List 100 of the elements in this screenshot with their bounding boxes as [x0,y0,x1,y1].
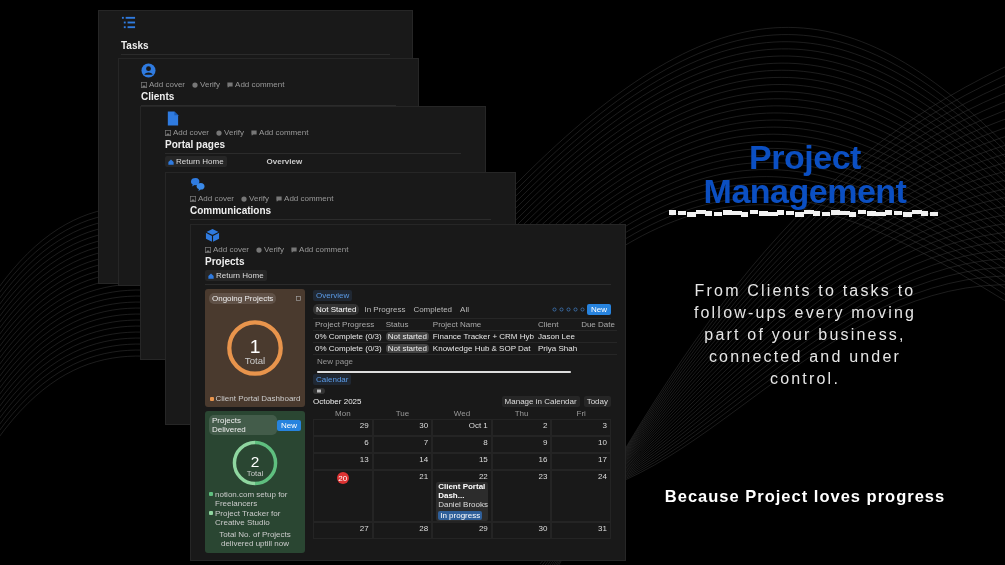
date-number: 9 [542,438,548,447]
comment-icon [276,195,283,202]
comment-icon [227,81,234,88]
status-tag: Not started [385,332,429,341]
section-heading: Overview [266,157,303,166]
table-cell: Finance Tracker + CRM Hyb [430,331,536,343]
page-action-link[interactable]: Add comment [291,245,349,254]
home-icon [208,272,214,279]
date-number: 7 [423,438,429,447]
headline: Project Management [702,140,908,208]
return-home-button[interactable]: Return Home [165,156,227,167]
date-number: 30 [538,524,548,533]
date-number: 30 [419,421,429,430]
page-title: Portal pages [165,139,226,150]
total-count: 1 [249,336,261,358]
page-action-link[interactable]: Verify [192,80,221,89]
table-cell: 0% Complete (0/3) [313,331,384,343]
column-header: Due Date [579,319,617,331]
legend-label: notion.com setup for Freelancers [215,490,289,508]
filter-tab[interactable]: Not Started [313,304,360,315]
list-icon [121,15,136,30]
date-number: 10 [598,438,607,447]
weekday-label: Thu [513,409,530,419]
view-tab[interactable]: Calendar [313,374,352,385]
legend-label: Project Tracker for Creative Studio [215,509,282,527]
total-label: Total [244,355,266,367]
page-title: Projects [205,256,245,267]
filter-tab[interactable]: In Progress [361,304,409,315]
table-cell: 0% Complete (0/3) [313,343,384,355]
page-action-link[interactable]: Add cover [141,80,186,89]
date-number: 16 [538,455,548,464]
calendar-view-icon [313,388,325,394]
page-action-link[interactable]: Verify [241,194,270,203]
column-header: Project Name [430,319,536,331]
page-action-link[interactable]: Verify [256,245,285,254]
table-cell: Priya Shah [536,343,580,355]
date-number: 8 [483,438,488,447]
page-title: Clients [141,91,175,102]
return-home-button[interactable]: Return Home [205,270,267,281]
column-header: Status [383,319,431,331]
date-number: 6 [364,438,369,447]
manage-calendar-button[interactable]: Manage in Calendar [501,396,580,407]
weekday-label: Wed [452,409,472,419]
page-action-link[interactable]: Add comment [276,194,334,203]
event-title: Client Portal Dash... [438,483,486,500]
date-number: 3 [602,421,607,430]
description-text: From Clients to tasks to follow-ups every moving part of your business, connected and under control. [692,281,918,389]
date-number: 27 [359,524,369,533]
view-tag[interactable]: Projects Delivered [209,415,277,435]
date-number: 24 [598,472,607,481]
date-number: 28 [419,524,429,533]
new-page-link[interactable]: New page [317,357,354,366]
filter-tab[interactable]: All [457,304,472,315]
document-icon [165,111,180,126]
date-number: 14 [419,455,429,464]
image-icon [141,81,147,88]
new-button[interactable]: New [277,419,301,431]
tagline: Because Project loves progress [664,487,946,506]
date-number: 20 [336,472,349,484]
date-number: 29 [359,421,369,430]
date-number: Oct 1 [468,421,488,430]
date-number: 22 [478,472,488,481]
card-caption: Total No. of Projects delivered uptill now [218,530,292,548]
page-action-link[interactable]: Add comment [251,128,309,137]
view-tab[interactable]: Overview [313,290,353,301]
weekday-label: Tue [394,409,411,419]
month-label: October 2025 [313,397,362,406]
image-icon [190,195,196,202]
dashboard-link[interactable]: Client Portal Dashboard [209,394,301,403]
image-icon [205,246,211,253]
event-person: Daniel Brooks [438,501,486,510]
weekday-label: Mon [334,409,352,419]
total-label: Total [246,468,264,478]
page-action-link[interactable]: Add cover [205,245,250,254]
comment-icon [251,129,258,136]
new-button[interactable]: New [587,304,611,315]
view-tag[interactable]: Ongoing Projects [209,293,277,304]
status-tag: Not started [385,344,429,353]
page-title: Communications [190,205,272,216]
column-header: Client [536,319,580,331]
home-icon [168,158,174,165]
weekday-label: Fri [575,409,587,419]
comment-icon [291,246,298,253]
page-action-link[interactable]: Add cover [190,194,235,203]
date-number: 17 [598,455,607,464]
person-icon [141,63,156,78]
today-button[interactable]: Today [583,396,611,407]
date-number: 23 [538,472,548,481]
calendar-event[interactable]: Client Portal Dash... Daniel Brooks In progress [436,482,488,521]
cube-icon [205,228,220,243]
page-title: Tasks [121,40,149,51]
page-action-link[interactable]: Add cover [165,128,210,137]
date-number: 15 [478,455,488,464]
total-count: 2 [250,453,260,471]
page-action-link[interactable]: Verify [216,128,245,137]
date-number: 13 [359,455,369,464]
filter-tab[interactable]: Completed [410,304,456,315]
table-cell: Jason Lee [536,331,580,343]
date-number: 31 [598,524,607,533]
page-action-link[interactable]: Add comment [227,80,285,89]
